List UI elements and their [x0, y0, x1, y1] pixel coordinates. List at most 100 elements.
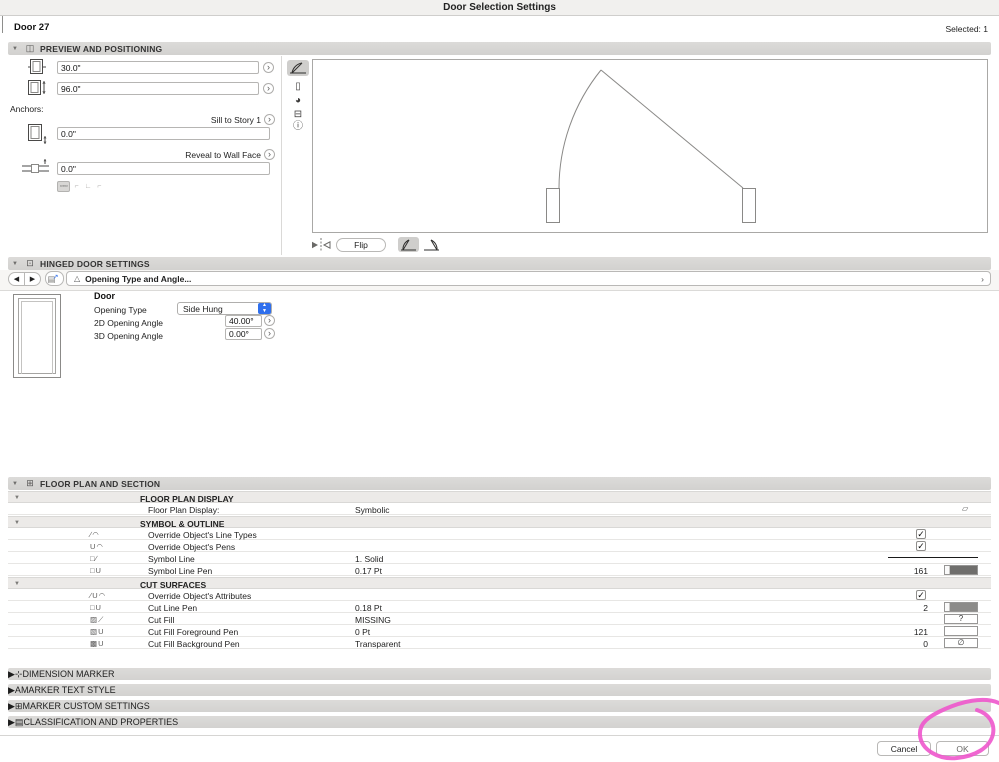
flip-button[interactable]: Flip — [336, 238, 386, 252]
sill-height-icon — [28, 124, 47, 144]
three-d-view-icon[interactable]: ◕ — [288, 94, 308, 107]
reveal-to-wall-icon — [22, 159, 49, 173]
opening-type-label: Opening Type — [94, 305, 147, 315]
window-title: Door Selection Settings — [0, 0, 999, 16]
cut-fill-bg-pen-icon: ▩U — [90, 638, 105, 648]
axonometry-icon[interactable]: ▱ — [962, 504, 968, 513]
swing-toggle-right[interactable] — [421, 237, 442, 252]
section-dimension-marker[interactable]: ▶ ⊹ DIMENSION MARKER — [8, 668, 991, 680]
anchors-label: Anchors: — [10, 104, 44, 114]
page-selector-chevron: › — [981, 273, 984, 284]
selected-count: Selected: 1 — [945, 24, 988, 34]
table-subheader-symbol-outline[interactable]: ▼ SYMBOL & OUTLINE — [8, 516, 991, 529]
reveal-anchor-control[interactable]: Reveal to Wall Face › — [130, 149, 275, 160]
door-height-icon — [28, 80, 46, 95]
marker-custom-settings-icon: ⊞ — [14, 700, 23, 711]
select-stepper-icon: ▲ ▼ — [258, 302, 271, 314]
symbol-line-pen-swatch[interactable] — [944, 565, 978, 575]
table-row-override-attributes[interactable]: ∕U◠ Override Object's Attributes ✓ — [8, 589, 991, 601]
attributes-override-icon: ∕U◠ — [90, 590, 107, 600]
page-forward-button[interactable]: ▶ — [24, 272, 41, 286]
classification-icon: ▤ — [14, 716, 24, 727]
section-floor-plan-and-section[interactable]: ▼ ⊞ FLOOR PLAN AND SECTION — [8, 477, 991, 490]
view-mode-plan[interactable] — [287, 60, 309, 76]
reveal-anchor-segment[interactable]: ▫◦▫ ⌐ ∟ ⌐ — [57, 181, 103, 192]
cut-fill-icon: ▨⟋ — [90, 614, 105, 624]
door-group-label: Door — [94, 291, 115, 301]
hinged-section-icon: ⊡ — [26, 258, 34, 268]
angle-2d-label: 2D Opening Angle — [94, 318, 163, 328]
divider — [281, 56, 282, 255]
cut-line-pen-icon: □U — [90, 602, 102, 612]
preview-section-icon: ◫ — [25, 43, 35, 53]
window-edge-mark — [2, 16, 3, 33]
sill-anchor-control[interactable]: Sill to Story 1 › — [140, 114, 275, 125]
disclosure-open-icon[interactable]: ▼ — [8, 46, 22, 52]
width-options-chevron[interactable]: › — [263, 62, 274, 73]
transfer-settings-button[interactable]: ▤↗ — [45, 271, 64, 286]
page-back-button[interactable]: ◀ — [8, 272, 25, 286]
door-width-icon — [28, 59, 46, 74]
cut-line-pen-swatch[interactable] — [944, 602, 978, 612]
door-thumbnail[interactable] — [13, 294, 61, 378]
section-hinged-door-settings[interactable]: ▼ ⊡ HINGED DOOR SETTINGS — [8, 257, 991, 270]
angle-3d-label: 3D Opening Angle — [94, 331, 163, 341]
table-row-override-line-types[interactable]: ∕◠ Override Object's Line Types ✓ — [8, 528, 991, 540]
table-row-cut-line-pen[interactable]: □U Cut Line Pen 0.18 Pt 2 — [8, 601, 991, 613]
ok-button[interactable]: OK — [936, 741, 989, 756]
front-view-icon[interactable]: ▯ — [288, 80, 308, 93]
table-row-cut-fill[interactable]: ▨⟋ Cut Fill MISSING ? — [8, 613, 991, 625]
opening-type-select[interactable]: Side Hung ▲ ▼ — [177, 302, 272, 315]
table-row-symbol-line-pen[interactable]: □U Symbol Line Pen 0.17 Pt 161 — [8, 564, 991, 576]
mirror-icon — [312, 238, 331, 252]
angle-3d-chevron[interactable]: › — [264, 328, 275, 339]
override-line-types-checkbox[interactable]: ✓ — [916, 529, 926, 539]
cut-fill-fg-pen-icon: ▧U — [90, 626, 105, 636]
line-type-sample[interactable] — [888, 557, 978, 558]
table-row-override-pens[interactable]: U◠ Override Object's Pens ✓ — [8, 540, 991, 552]
opening-angle-icon: △ — [74, 274, 81, 283]
override-pens-checkbox[interactable]: ✓ — [916, 541, 926, 551]
door-selection-settings-dialog: Door Selection Settings Door 27 Selected… — [0, 0, 999, 762]
override-attributes-checkbox[interactable]: ✓ — [916, 590, 926, 600]
dimension-marker-icon: ⊹ — [14, 668, 23, 679]
door-height-field[interactable] — [57, 82, 259, 95]
plan-view-icon — [290, 62, 306, 74]
transfer-arrow-icon: ↗ — [52, 274, 59, 281]
floor-plan-section-icon: ⊞ — [26, 478, 34, 488]
line-type-override-icon: ∕◠ — [90, 529, 100, 539]
swing-toggle-left[interactable] — [398, 237, 419, 252]
selected-item-name: Door 27 — [14, 22, 50, 33]
section-marker-custom-settings[interactable]: ▶ ⊞ MARKER CUSTOM SETTINGS — [8, 700, 991, 712]
door-preview-canvas[interactable] — [312, 59, 988, 233]
cut-fill-swatch[interactable]: ? — [944, 614, 978, 624]
section-marker-text-style[interactable]: ▶ A MARKER TEXT STYLE — [8, 684, 991, 696]
disclosure-open-icon[interactable]: ▼ — [8, 261, 22, 267]
door-width-field[interactable] — [57, 61, 259, 74]
cut-fill-bg-pen-swatch[interactable]: ∅ — [944, 638, 978, 648]
height-options-chevron[interactable]: › — [263, 83, 274, 94]
table-row-cut-fill-background-pen[interactable]: ▩U Cut Fill Background Pen Transparent 0… — [8, 637, 991, 649]
cancel-button[interactable]: Cancel — [877, 741, 931, 756]
table-row-cut-fill-foreground-pen[interactable]: ▧U Cut Fill Foreground Pen 0 Pt 121 — [8, 625, 991, 637]
reveal-field[interactable] — [57, 162, 270, 175]
angle-2d-field[interactable] — [225, 315, 262, 327]
page-selector-bar[interactable]: △ Opening Type and Angle... › — [66, 271, 991, 286]
table-row-symbol-line[interactable]: □∕ Symbol Line 1. Solid — [8, 552, 991, 564]
angle-3d-field[interactable] — [225, 328, 262, 340]
sill-height-field[interactable] — [57, 127, 270, 140]
cut-fill-fg-pen-swatch[interactable] — [944, 626, 978, 636]
table-subheader-cut-surfaces[interactable]: ▼ CUT SURFACES — [8, 577, 991, 590]
sill-anchor-chevron[interactable]: › — [264, 114, 275, 125]
angle-2d-chevron[interactable]: › — [264, 315, 275, 326]
info-icon[interactable]: ⓘ — [288, 120, 308, 133]
symbol-line-pen-icon: □U — [90, 565, 102, 575]
symbol-line-icon: □∕ — [90, 553, 98, 563]
pen-override-icon: U◠ — [90, 541, 104, 551]
disclosure-open-icon[interactable]: ▼ — [8, 481, 22, 487]
table-subheader-floor-plan-display[interactable]: ▼ FLOOR PLAN DISPLAY — [8, 491, 991, 504]
reveal-anchor-chevron[interactable]: › — [264, 149, 275, 160]
table-row-floor-plan-display[interactable]: Floor Plan Display: Symbolic ▱ — [8, 503, 991, 515]
section-preview-positioning[interactable]: ▼ ◫ PREVIEW AND POSITIONING — [8, 42, 991, 55]
section-classification-properties[interactable]: ▶ ▤ CLASSIFICATION AND PROPERTIES — [8, 716, 991, 728]
